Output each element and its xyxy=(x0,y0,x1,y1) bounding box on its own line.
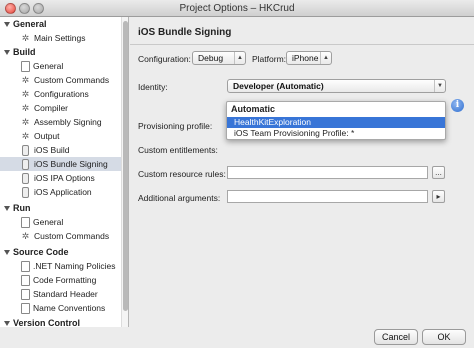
sidebar-item-net-naming-policies[interactable]: .NET Naming Policies xyxy=(8,259,121,273)
disclosure-triangle-icon[interactable] xyxy=(4,320,10,326)
sidebar-item-build-general[interactable]: General xyxy=(8,59,121,73)
dialog-button-bar: Cancel OK xyxy=(0,327,474,348)
sidebar-item-main-settings[interactable]: ✲ Main Settings xyxy=(8,31,121,45)
chevron-updown-icon: ▲ xyxy=(234,52,245,64)
dropdown-option-healthkitexploration[interactable]: HealthKitExploration xyxy=(227,117,445,128)
browse-resource-rules-button[interactable]: ... xyxy=(432,166,445,179)
category-run[interactable]: Run xyxy=(0,201,31,215)
document-icon xyxy=(21,60,30,72)
options-sidebar: General ✲ Main Settings Build General ✲ Cu… xyxy=(0,17,129,327)
category-version-control[interactable]: Version Control xyxy=(0,316,80,327)
identity-label: Identity: xyxy=(138,82,168,92)
minimize-window-button[interactable] xyxy=(19,3,30,14)
document-icon xyxy=(21,260,30,272)
page-title: iOS Bundle Signing xyxy=(138,27,232,38)
sidebar-item-name-conventions[interactable]: Name Conventions xyxy=(8,301,121,315)
sidebar-item-configurations[interactable]: ✲ Configurations xyxy=(8,87,121,101)
window-title: Project Options – HKCrud xyxy=(179,3,295,14)
sidebar-item-compiler[interactable]: ✲ Compiler xyxy=(8,101,121,115)
platform-select[interactable]: iPhone ▲ xyxy=(286,51,332,65)
sidebar-item-ios-ipa-options[interactable]: iOS IPA Options xyxy=(8,171,121,185)
identity-select[interactable]: Developer (Automatic) ▼ xyxy=(227,79,446,93)
document-icon xyxy=(21,288,30,300)
gear-icon: ✲ xyxy=(21,102,30,113)
main-panel: iOS Bundle Signing Configuration: Debug ▲… xyxy=(130,17,474,327)
custom-resource-rules-input[interactable] xyxy=(227,166,428,179)
document-icon xyxy=(21,216,30,228)
sidebar-item-standard-header[interactable]: Standard Header xyxy=(8,287,121,301)
cancel-button[interactable]: Cancel xyxy=(374,329,418,345)
disclosure-triangle-icon[interactable] xyxy=(4,249,10,255)
additional-arguments-label: Additional arguments: xyxy=(138,193,221,203)
gear-icon: ✲ xyxy=(21,230,30,241)
ok-button[interactable]: OK xyxy=(422,329,466,345)
category-build[interactable]: Build xyxy=(0,45,36,59)
project-options-window: Project Options – HKCrud General ✲ Main S… xyxy=(0,0,474,348)
disclosure-triangle-icon[interactable] xyxy=(4,205,10,211)
info-icon[interactable]: i xyxy=(451,99,464,112)
disclosure-triangle-icon[interactable] xyxy=(4,49,10,55)
configuration-label: Configuration: xyxy=(138,54,191,64)
sidebar-scrollbar[interactable] xyxy=(121,17,128,327)
insert-argument-button[interactable]: ▸ xyxy=(432,190,445,203)
chevron-down-icon: ▼ xyxy=(434,80,445,92)
phone-icon xyxy=(22,172,29,184)
provisioning-profile-label: Provisioning profile: xyxy=(138,121,213,131)
category-general[interactable]: General xyxy=(0,17,47,31)
sidebar-item-ios-bundle-signing[interactable]: iOS Bundle Signing xyxy=(0,157,121,171)
disclosure-triangle-icon[interactable] xyxy=(4,21,10,27)
sidebar-item-output[interactable]: ✲ Output xyxy=(8,129,121,143)
dropdown-header: Automatic xyxy=(231,104,276,114)
phone-icon xyxy=(22,158,29,170)
document-icon xyxy=(21,274,30,286)
sidebar-item-custom-commands[interactable]: ✲ Custom Commands xyxy=(8,73,121,87)
provisioning-profile-dropdown[interactable]: Automatic HealthKitExploration iOS Team … xyxy=(226,101,446,140)
dropdown-option-team-provisioning[interactable]: iOS Team Provisioning Profile: * xyxy=(227,128,445,139)
zoom-window-button[interactable] xyxy=(33,3,44,14)
custom-resource-rules-label: Custom resource rules: xyxy=(138,169,226,179)
sidebar-item-ios-application[interactable]: iOS Application xyxy=(8,185,121,199)
sidebar-item-run-general[interactable]: General xyxy=(8,215,121,229)
phone-icon xyxy=(22,186,29,198)
document-icon xyxy=(21,302,30,314)
close-window-button[interactable] xyxy=(5,3,16,14)
gear-icon: ✲ xyxy=(21,130,30,141)
sidebar-item-code-formatting[interactable]: Code Formatting xyxy=(8,273,121,287)
platform-label: Platform: xyxy=(252,54,287,64)
gear-icon: ✲ xyxy=(21,32,30,43)
gear-icon: ✲ xyxy=(21,88,30,99)
additional-arguments-input[interactable] xyxy=(227,190,428,203)
chevron-updown-icon: ▲ xyxy=(320,52,331,64)
title-bar: Project Options – HKCrud xyxy=(0,0,474,17)
custom-entitlements-label: Custom entitlements: xyxy=(138,145,218,155)
gear-icon: ✲ xyxy=(21,116,30,127)
phone-icon xyxy=(22,144,29,156)
category-source-code[interactable]: Source Code xyxy=(0,245,69,259)
sidebar-item-ios-build[interactable]: iOS Build xyxy=(8,143,121,157)
configuration-select[interactable]: Debug ▲ xyxy=(192,51,246,65)
scrollbar-thumb[interactable] xyxy=(123,21,128,311)
title-separator xyxy=(130,44,474,45)
gear-icon: ✲ xyxy=(21,74,30,85)
sidebar-item-assembly-signing[interactable]: ✲ Assembly Signing xyxy=(8,115,121,129)
sidebar-item-run-custom-commands[interactable]: ✲ Custom Commands xyxy=(8,229,121,243)
